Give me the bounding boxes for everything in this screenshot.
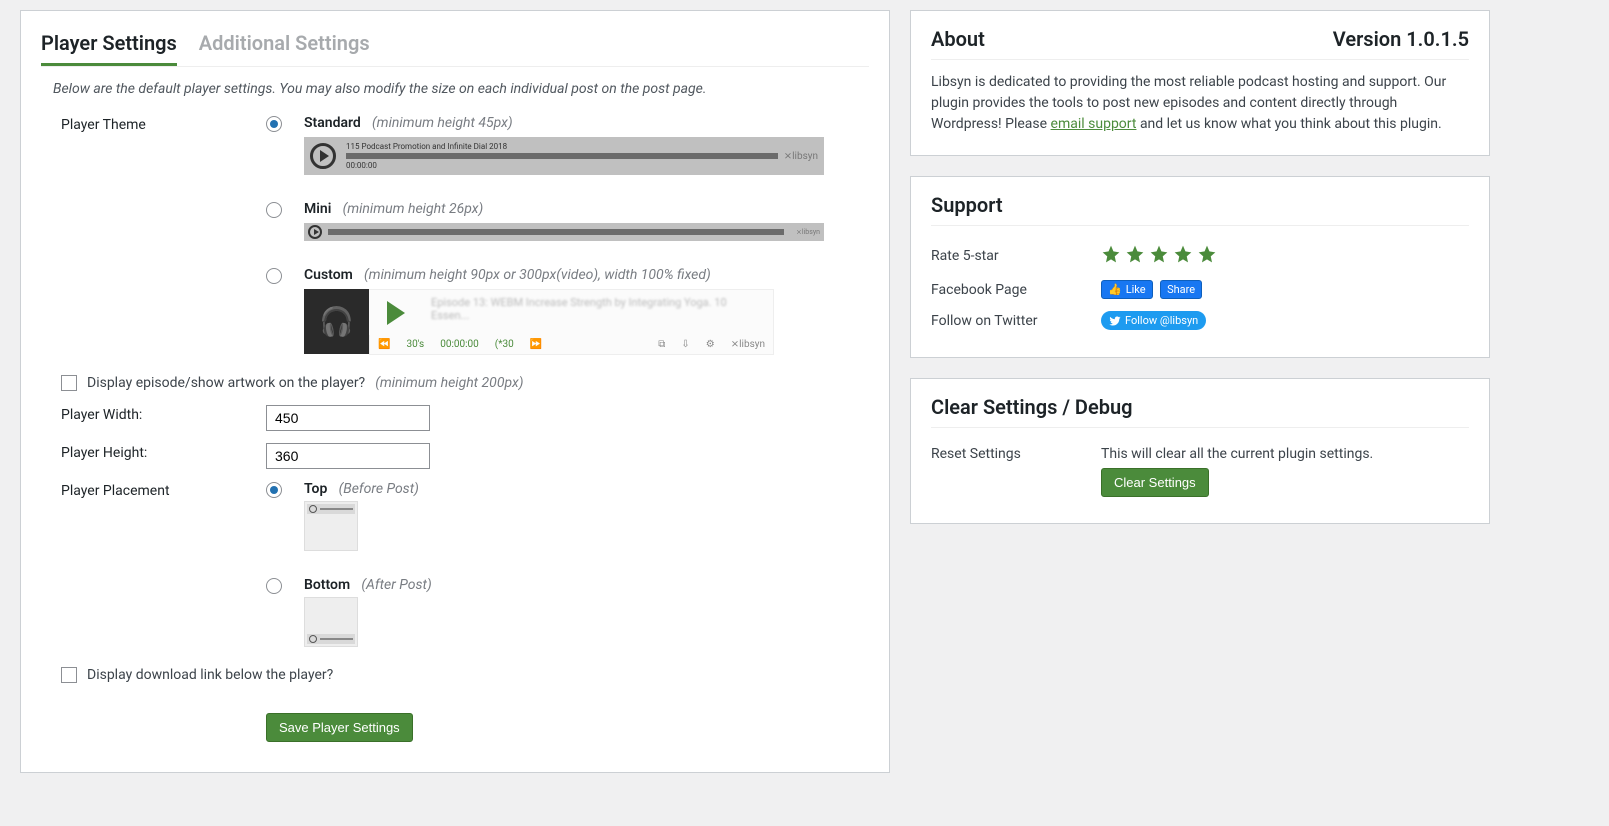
player-track-title: 115 Podcast Promotion and Infinite Dial … — [346, 142, 778, 151]
player-time: 00:00:00 — [346, 161, 778, 170]
star-icon — [1125, 244, 1145, 268]
debug-title: Clear Settings / Debug — [931, 395, 1133, 419]
player-placement-label: Player Placement — [61, 481, 266, 499]
theme-standard-label: Standard — [304, 115, 361, 131]
theme-custom-label: Custom — [304, 267, 353, 283]
artwork-checkbox-label: Display episode/show artwork on the play… — [87, 375, 365, 391]
play-icon — [369, 290, 423, 335]
player-preview-mini: ⨯libsyn — [304, 223, 824, 241]
rate-label: Rate 5-star — [931, 248, 1101, 264]
fb-like-label: Like — [1126, 283, 1146, 296]
time-label: 00:00:00 — [440, 339, 479, 350]
theme-mini-label: Mini — [304, 201, 331, 217]
placement-top-note: (Before Post) — [339, 481, 419, 497]
libsyn-logo: ⨯libsyn — [731, 339, 765, 350]
tab-player-settings[interactable]: Player Settings — [41, 31, 177, 66]
artwork-checkbox-note: (minimum height 200px) — [375, 375, 523, 391]
player-height-label: Player Height: — [61, 443, 266, 461]
rewind-icon: ⏪ — [378, 339, 390, 350]
twitter-icon — [1109, 315, 1121, 327]
player-preview-custom: Episode 13: WEBM Increase Strength by In… — [304, 289, 774, 355]
player-placement-row: Player Placement Top (Before Post) Botto… — [61, 481, 869, 647]
libsyn-logo: ⨯libsyn — [796, 228, 820, 236]
player-preview-standard: 115 Podcast Promotion and Infinite Dial … — [304, 137, 824, 175]
main-settings-panel: Player Settings Additional Settings Belo… — [20, 10, 890, 773]
reset-settings-desc: This will clear all the current plugin s… — [1101, 446, 1373, 462]
player-width-input[interactable] — [266, 405, 430, 431]
skip-back-label: 30's — [406, 339, 424, 350]
about-text-after: and let us know what you think about thi… — [1136, 116, 1441, 132]
placement-top-label: Top — [304, 481, 327, 497]
placement-radio-bottom[interactable] — [266, 578, 282, 594]
share-icon: ⚙ — [706, 339, 715, 350]
settings-tabs: Player Settings Additional Settings — [41, 31, 869, 67]
intro-text: Below are the default player settings. Y… — [53, 81, 869, 97]
star-icon — [1197, 244, 1217, 268]
reset-settings-label: Reset Settings — [931, 446, 1101, 462]
player-height-input[interactable] — [266, 443, 430, 469]
facebook-label: Facebook Page — [931, 282, 1101, 298]
theme-radio-custom[interactable] — [266, 268, 282, 284]
placement-preview-bottom — [304, 597, 358, 647]
about-title: About — [931, 27, 985, 51]
theme-radio-mini[interactable] — [266, 202, 282, 218]
forward-icon: ⏩ — [530, 339, 542, 350]
player-theme-label: Player Theme — [61, 115, 266, 133]
thumbs-up-icon: 👍 — [1108, 283, 1122, 296]
player-episode-text: Episode 13: WEBM Increase Strength by In… — [423, 290, 773, 335]
placement-preview-top — [304, 501, 358, 551]
artwork-checkbox[interactable] — [61, 375, 77, 391]
download-icon: ⇩ — [681, 339, 689, 350]
star-rating[interactable] — [1101, 244, 1217, 268]
support-title: Support — [931, 193, 1003, 217]
star-icon — [1149, 244, 1169, 268]
star-icon — [1101, 244, 1121, 268]
theme-standard-note: (minimum height 45px) — [372, 115, 513, 131]
skip-fwd-label: (*30 — [495, 339, 514, 350]
player-theme-row: Player Theme Standard (minimum height 45… — [61, 115, 869, 355]
placement-bottom-label: Bottom — [304, 577, 350, 593]
support-panel: Support Rate 5-star Facebook Page — [910, 176, 1490, 358]
star-icon — [1173, 244, 1193, 268]
facebook-like-button[interactable]: 👍 Like — [1101, 280, 1153, 299]
theme-mini-note: (minimum height 26px) — [343, 201, 484, 217]
theme-radio-standard[interactable] — [266, 116, 282, 132]
rss-icon: ⧉ — [658, 339, 665, 350]
placement-radio-top[interactable] — [266, 482, 282, 498]
download-link-checkbox[interactable] — [61, 667, 77, 683]
tab-additional-settings[interactable]: Additional Settings — [199, 31, 370, 66]
clear-settings-button[interactable]: Clear Settings — [1101, 468, 1209, 497]
play-icon — [308, 225, 322, 239]
twitter-label: Follow on Twitter — [931, 313, 1101, 329]
libsyn-logo: ⨯libsyn — [784, 151, 818, 162]
placement-bottom-note: (After Post) — [361, 577, 431, 593]
about-panel: About Version 1.0.1.5 Libsyn is dedicate… — [910, 10, 1490, 156]
save-player-settings-button[interactable]: Save Player Settings — [266, 713, 413, 742]
download-link-label: Display download link below the player? — [87, 667, 333, 683]
debug-panel: Clear Settings / Debug Reset Settings Th… — [910, 378, 1490, 524]
facebook-share-button[interactable]: Share — [1160, 280, 1202, 299]
twitter-follow-button[interactable]: Follow @libsyn — [1101, 311, 1206, 330]
theme-custom-note: (minimum height 90px or 300px(video), wi… — [364, 267, 711, 283]
plugin-version: Version 1.0.1.5 — [1333, 27, 1469, 51]
email-support-link[interactable]: email support — [1051, 116, 1137, 132]
play-icon — [310, 143, 336, 169]
player-width-label: Player Width: — [61, 405, 266, 423]
tw-follow-label: Follow @libsyn — [1125, 314, 1198, 327]
player-artwork — [304, 289, 369, 354]
